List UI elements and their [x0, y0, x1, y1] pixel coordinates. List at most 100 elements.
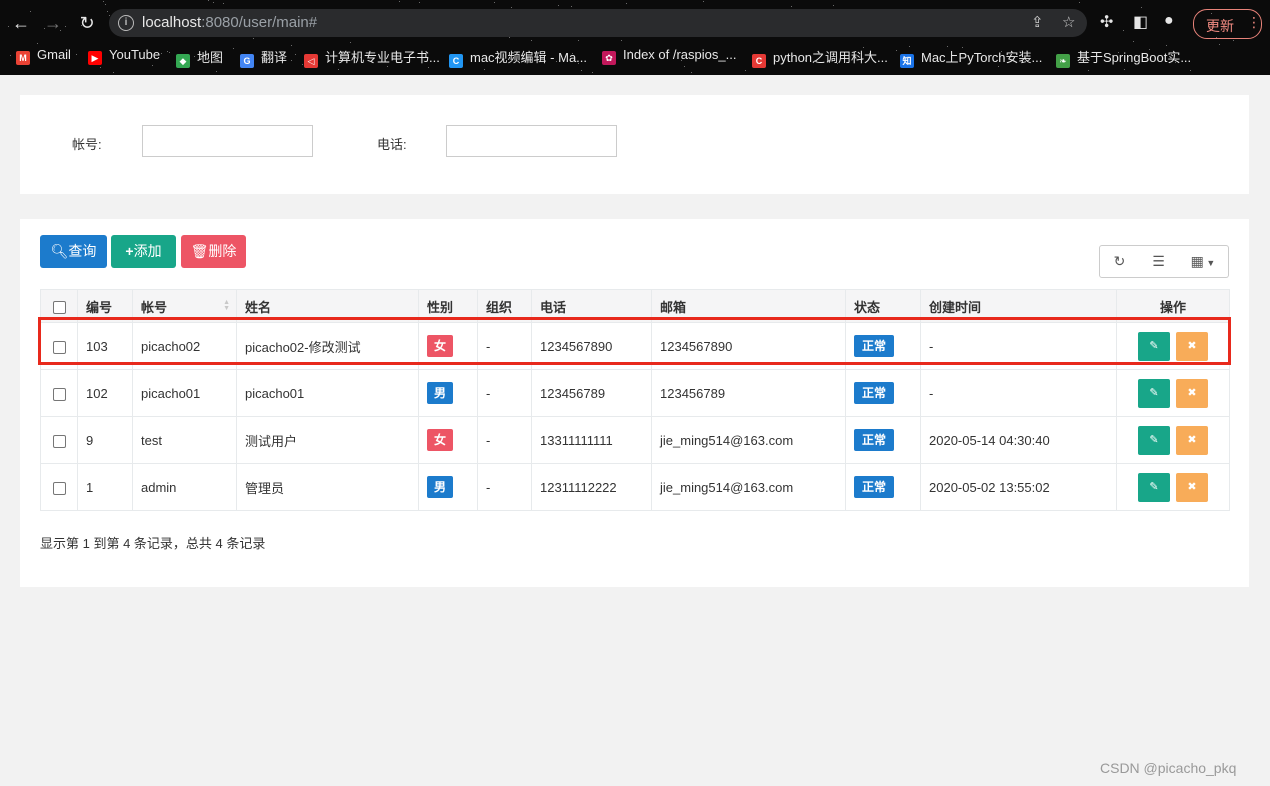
- address-bar[interactable]: i localhost:8080/user/main# ⇪ ☆: [109, 9, 1087, 37]
- edit-button[interactable]: ✎: [1138, 472, 1170, 502]
- star-dot: [8, 26, 9, 27]
- bookmark-label: 翻译: [261, 50, 288, 65]
- header-gender[interactable]: 性别: [418, 289, 478, 323]
- phone-input[interactable]: [446, 125, 617, 157]
- star-dot: [484, 69, 485, 70]
- cell-org: -: [477, 369, 532, 417]
- star-dot: [581, 70, 582, 71]
- bookmark-label: YouTube: [109, 47, 161, 62]
- star-dot: [691, 72, 692, 73]
- bookmark-label: mac视频编辑 - Ma...: [470, 50, 588, 65]
- cell-status: 正常: [845, 416, 921, 464]
- star-dot: [571, 6, 572, 7]
- header-phone[interactable]: 电话: [531, 289, 652, 323]
- header-email[interactable]: 邮箱: [651, 289, 846, 323]
- status-badge: 正常: [854, 335, 895, 357]
- update-button[interactable]: 更新 ⋮: [1193, 9, 1262, 39]
- edit-button[interactable]: ✎: [1138, 331, 1170, 361]
- row-select-cell: [40, 322, 78, 370]
- cell-phone: 12311112222: [531, 463, 652, 511]
- select-all-checkbox[interactable]: [52, 300, 66, 314]
- grid-columns-icon: ▦: [1190, 253, 1204, 269]
- table-row[interactable]: 102 picacho01 picacho01 男 -123456789 12345678…: [40, 369, 1230, 417]
- row-checkbox[interactable]: [52, 481, 66, 495]
- bookmark-item[interactable]: ◆ 地图: [176, 47, 223, 68]
- bookmark-label: 计算机专业电子书...: [325, 50, 440, 65]
- edit-button[interactable]: ✎: [1138, 378, 1170, 408]
- header-name[interactable]: 姓名: [236, 289, 419, 323]
- bookmark-favicon-icon: ❧: [1056, 54, 1070, 68]
- back-icon[interactable]: ←: [10, 12, 32, 34]
- refresh-button[interactable]: ↻: [1099, 245, 1140, 278]
- edit-button[interactable]: ✎: [1138, 425, 1170, 455]
- star-dot: [216, 71, 217, 72]
- star-dot: [223, 3, 224, 4]
- side-panel-icon[interactable]: ◧: [1133, 12, 1148, 32]
- status-badge: 正常: [854, 382, 895, 404]
- remove-button[interactable]: ✖: [1176, 425, 1208, 455]
- pagination-info: 显示第 1 到第 4 条记录，总共 4 条记录: [40, 536, 266, 551]
- header-org[interactable]: 组织: [477, 289, 532, 323]
- cell-id: 102: [77, 369, 133, 417]
- header-id[interactable]: 编号: [77, 289, 133, 323]
- header-account[interactable]: 帐号 ▲ ▼: [132, 289, 237, 323]
- share-icon[interactable]: ⇪: [1031, 13, 1044, 31]
- profile-icon[interactable]: ●: [1164, 12, 1174, 30]
- star-dot: [419, 2, 420, 3]
- gender-badge: 男: [427, 476, 454, 498]
- bookmark-item[interactable]: ❧ 基于SpringBoot实...: [1056, 47, 1191, 68]
- add-button[interactable]: +添加: [111, 235, 176, 268]
- more-menu-icon[interactable]: ⋮: [1247, 14, 1261, 31]
- bookmark-star-icon[interactable]: ☆: [1062, 13, 1075, 31]
- bookmark-item[interactable]: ◁ 计算机专业电子书...: [304, 47, 440, 68]
- account-input[interactable]: [142, 125, 313, 157]
- cell-status: 正常: [845, 322, 921, 370]
- browser-chrome: ← → ↻ i localhost:8080/user/main# ⇪ ☆ ✣ …: [0, 0, 1270, 75]
- delete-button[interactable]: 🗑︎删除: [181, 235, 246, 268]
- forward-icon[interactable]: →: [42, 12, 64, 34]
- star-dot: [1133, 41, 1134, 42]
- table-row[interactable]: 103 picacho02 picacho02-修改测试女 -1234567890 12…: [40, 322, 1230, 370]
- star-dot: [626, 3, 627, 4]
- columns-button[interactable]: ▦ ▼: [1178, 245, 1229, 278]
- query-button[interactable]: 🔍︎查询: [40, 235, 107, 268]
- table-body: 103 picacho02 picacho02-修改测试女 -1234567890 12…: [40, 322, 1230, 511]
- cell-phone: 13311111111: [531, 416, 652, 464]
- bookmark-favicon-icon: ✿: [602, 51, 616, 65]
- cell-actions: ✎ ✖: [1116, 322, 1230, 370]
- remove-button[interactable]: ✖: [1176, 378, 1208, 408]
- header-created[interactable]: 创建时间: [920, 289, 1117, 323]
- reload-icon[interactable]: ↻: [76, 12, 98, 34]
- header-status[interactable]: 状态: [845, 289, 921, 323]
- star-dot: [65, 26, 66, 27]
- remove-button[interactable]: ✖: [1176, 331, 1208, 361]
- bookmark-item[interactable]: ✿ Index of /raspios_...: [602, 47, 736, 65]
- bookmark-favicon-icon: C: [752, 54, 766, 68]
- cell-created: 2020-05-02 13:55:02: [920, 463, 1117, 511]
- bookmark-item[interactable]: G 翻译: [240, 47, 287, 68]
- table-row[interactable]: 9 test 测试用户女 -13311111111 jie_ming514@163.co…: [40, 416, 1230, 464]
- toggle-view-button[interactable]: ☰: [1139, 245, 1179, 278]
- bookmark-favicon-icon: ◁: [304, 54, 318, 68]
- remove-button[interactable]: ✖: [1176, 472, 1208, 502]
- bookmark-label: Index of /raspios_...: [623, 47, 737, 62]
- bookmark-item[interactable]: 知 Mac上PyTorch安装...: [900, 47, 1042, 68]
- bookmark-item[interactable]: ▶ YouTube: [88, 47, 160, 65]
- cell-account: test: [132, 416, 237, 464]
- row-checkbox[interactable]: [52, 387, 66, 401]
- cell-org: -: [477, 416, 532, 464]
- address-url[interactable]: localhost:8080/user/main#: [142, 14, 317, 31]
- star-dot: [558, 5, 559, 6]
- cell-actions: ✎ ✖: [1116, 416, 1230, 464]
- cell-name: picacho02-修改测试: [236, 322, 419, 370]
- table-panel: 🔍︎查询 +添加 🗑︎删除 ↻ ☰ ▦ ▼ 编号 帐号 ▲ ▼ 姓名 性别 组织 电: [20, 219, 1249, 587]
- bookmark-item[interactable]: M Gmail: [16, 47, 71, 65]
- bookmark-item[interactable]: Cpython之调用科大...: [752, 47, 888, 68]
- caret-down-icon: ▼: [1203, 258, 1216, 268]
- bookmark-item[interactable]: Cmac视频编辑 - Ma...: [449, 47, 587, 68]
- extensions-icon[interactable]: ✣: [1100, 12, 1113, 32]
- site-info-icon[interactable]: i: [118, 15, 134, 31]
- row-checkbox[interactable]: [52, 434, 66, 448]
- row-checkbox[interactable]: [52, 340, 66, 354]
- table-row[interactable]: 1 admin 管理员男 -12311112222 jie_ming514@163.co…: [40, 463, 1230, 511]
